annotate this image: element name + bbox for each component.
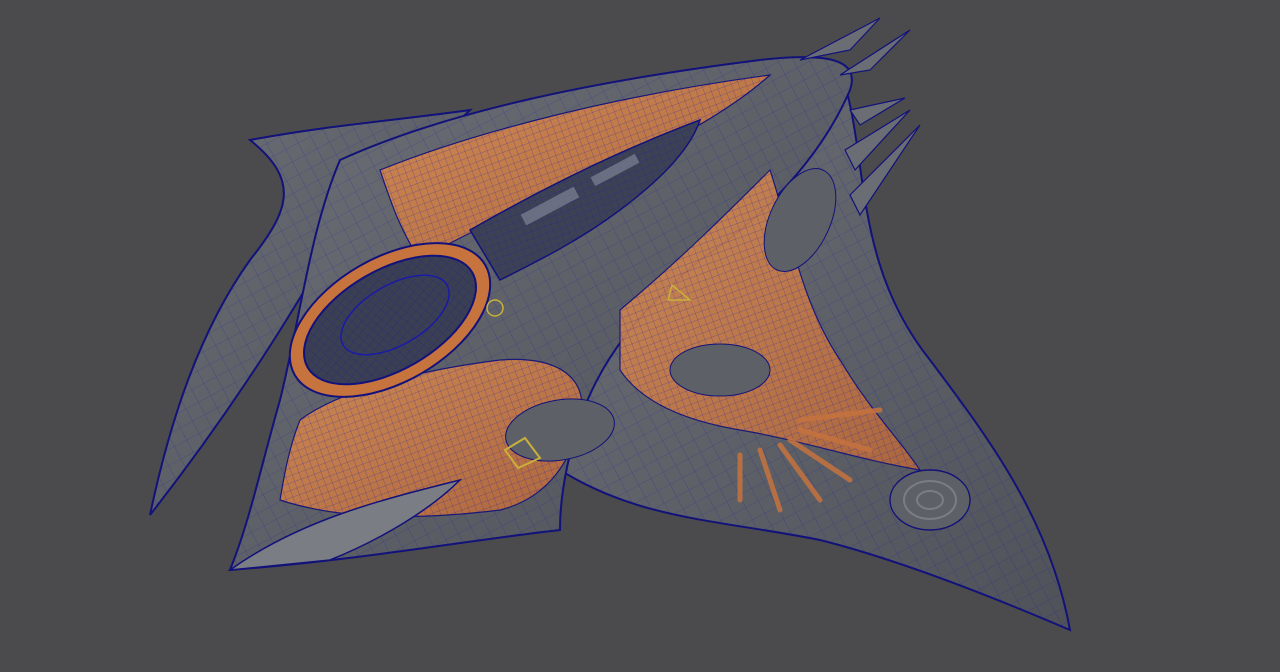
wing-marking [669, 343, 771, 397]
ship-body [149, 17, 1072, 632]
3d-viewport[interactable] [0, 0, 1280, 672]
spaceship-wireframe-render [149, 17, 1072, 632]
wing-marking [889, 469, 971, 531]
